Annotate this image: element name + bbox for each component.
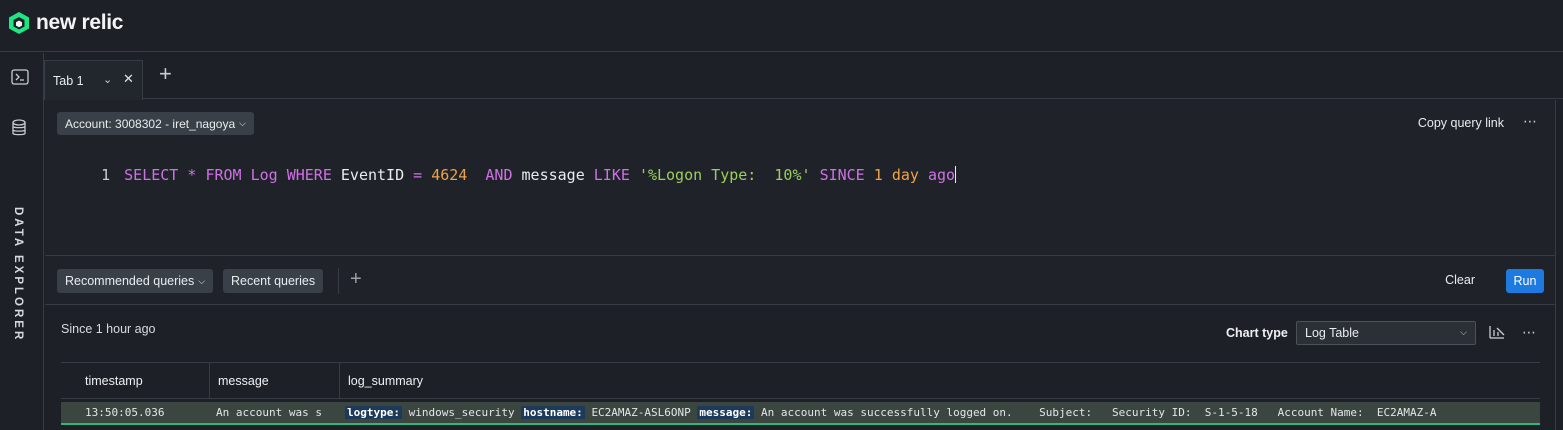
query-token bbox=[811, 166, 820, 184]
column-header-timestamp[interactable]: timestamp bbox=[61, 363, 210, 399]
clear-button[interactable]: Clear bbox=[1445, 273, 1475, 287]
query-input[interactable]: 1 SELECT * FROM Log WHERE EventID = 4624 … bbox=[65, 148, 957, 202]
query-token bbox=[630, 166, 639, 184]
summary-value: windows_security bbox=[408, 406, 515, 419]
query-token bbox=[242, 166, 251, 184]
query-token bbox=[467, 166, 485, 184]
visualization-settings-icon[interactable] bbox=[1488, 324, 1506, 340]
cell-timestamp: 13:50:05.036 bbox=[85, 406, 165, 419]
chevron-down-icon: ⌵ bbox=[1460, 327, 1467, 337]
cell-message: An account was s bbox=[216, 406, 322, 419]
query-token: 4624 bbox=[431, 166, 468, 184]
query-token: Log bbox=[250, 166, 278, 184]
query-toolbar: Recommended queries ⌵ Recent queries + C… bbox=[45, 255, 1555, 305]
text-cursor bbox=[955, 166, 957, 183]
query-editor-panel: Account: 3008302 - iret_nagoya ⌵ Copy qu… bbox=[45, 100, 1555, 255]
summary-tag: message: bbox=[697, 406, 755, 419]
more-options-icon[interactable]: ⋯ bbox=[1522, 324, 1537, 341]
terminal-icon[interactable] bbox=[11, 69, 29, 85]
query-token: EventID bbox=[331, 166, 414, 184]
cell-log-summary: logtype: windows_security hostname: EC2A… bbox=[345, 406, 1437, 419]
top-bar: new relic bbox=[0, 0, 1563, 52]
query-token: = bbox=[413, 166, 423, 184]
query-token: FROM bbox=[205, 166, 242, 184]
chart-type-select[interactable]: Log Table ⌵ bbox=[1296, 321, 1476, 345]
summary-tag: logtype: bbox=[345, 406, 402, 419]
column-header-log-summary[interactable]: log_summary bbox=[340, 363, 1540, 399]
query-token: SELECT bbox=[124, 166, 179, 184]
query-token: AND bbox=[485, 166, 513, 184]
recent-queries-button[interactable]: Recent queries bbox=[223, 269, 324, 293]
new-relic-logo-icon bbox=[9, 12, 29, 34]
query-token bbox=[865, 166, 874, 184]
tab-1[interactable]: Tab 1 ⌄ ✕ bbox=[44, 60, 143, 100]
close-icon[interactable]: ✕ bbox=[123, 71, 134, 87]
tab-strip: Tab 1 ⌄ ✕ + bbox=[44, 53, 1563, 100]
query-token: '%Logon Type: 10%' bbox=[638, 166, 811, 184]
add-query-icon[interactable]: + bbox=[350, 268, 362, 290]
recommended-queries-label: Recommended queries bbox=[65, 274, 195, 288]
query-token: ago bbox=[927, 166, 956, 184]
query-text: SELECT * FROM Log WHERE EventID = 4624 A… bbox=[124, 166, 955, 184]
vertical-scrollbar[interactable] bbox=[1555, 100, 1563, 430]
query-token: day bbox=[891, 166, 919, 184]
new-relic-logo[interactable]: new relic bbox=[8, 11, 123, 35]
chevron-down-icon: ⌵ bbox=[198, 275, 206, 286]
more-options-icon[interactable]: ⋯ bbox=[1523, 113, 1538, 130]
summary-value: EC2AMAZ-ASL6ONP bbox=[591, 406, 691, 419]
query-token: WHERE bbox=[286, 166, 332, 184]
chart-type-value: Log Table bbox=[1305, 326, 1359, 340]
results-panel: Since 1 hour ago Chart type Log Table ⌵ … bbox=[45, 306, 1555, 430]
query-token bbox=[883, 166, 892, 184]
account-selector-label: Account: 3008302 - iret_nagoya bbox=[65, 116, 236, 131]
recent-queries-label: Recent queries bbox=[231, 274, 316, 288]
recommended-queries-button[interactable]: Recommended queries ⌵ bbox=[57, 269, 214, 293]
table-row[interactable]: 13:50:05.036 An account was s logtype: w… bbox=[61, 402, 1540, 425]
query-token: SINCE bbox=[819, 166, 865, 184]
query-token: LIKE bbox=[593, 166, 630, 184]
run-button[interactable]: Run bbox=[1506, 269, 1544, 293]
data-explorer-label[interactable]: DATA EXPLORER bbox=[12, 207, 24, 342]
copy-query-link-button[interactable]: Copy query link bbox=[1418, 116, 1504, 130]
query-token: message bbox=[512, 166, 594, 184]
query-token bbox=[422, 166, 431, 184]
table-header: timestamp message log_summary bbox=[61, 362, 1540, 399]
chart-type-label: Chart type bbox=[1226, 326, 1288, 340]
brand-name: new relic bbox=[36, 11, 124, 34]
chevron-down-icon[interactable]: ⌄ bbox=[103, 73, 112, 86]
chevron-down-icon: ⌵ bbox=[239, 118, 246, 128]
account-selector[interactable]: Account: 3008302 - iret_nagoya ⌵ bbox=[57, 112, 254, 135]
line-number: 1 bbox=[101, 166, 111, 184]
left-rail: DATA EXPLORER bbox=[0, 53, 44, 430]
query-token bbox=[919, 166, 928, 184]
time-range-label: Since 1 hour ago bbox=[61, 322, 156, 336]
query-token: 1 bbox=[873, 166, 883, 184]
column-header-message[interactable]: message bbox=[210, 363, 340, 399]
database-icon[interactable] bbox=[11, 119, 27, 137]
query-token bbox=[278, 166, 287, 184]
summary-value: An account was successfully logged on. S… bbox=[761, 406, 1437, 419]
divider bbox=[338, 268, 339, 294]
add-tab-icon[interactable]: + bbox=[159, 63, 172, 85]
tab-label: Tab 1 bbox=[53, 73, 84, 88]
summary-tag: hostname: bbox=[521, 406, 585, 419]
